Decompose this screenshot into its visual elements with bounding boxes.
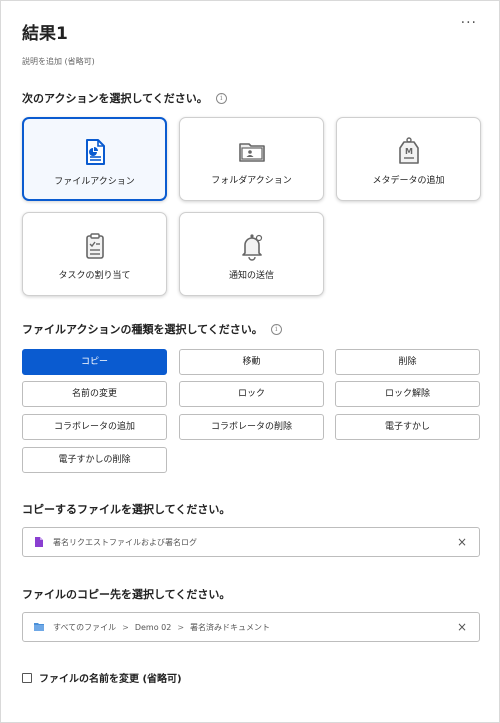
card-folder-action[interactable]: フォルダアクション	[179, 117, 324, 201]
card-label: タスクの割り当て	[58, 271, 131, 281]
option-copy[interactable]: コピー	[22, 349, 167, 375]
folder-icon	[34, 623, 44, 631]
info-icon[interactable]: i	[270, 323, 282, 335]
rename-label[interactable]: ファイルの名前を変更 (省略可)	[39, 670, 182, 685]
file-select-value: 署名リクエストファイルおよび署名ログ	[53, 537, 197, 547]
rename-checkbox[interactable]	[22, 672, 32, 683]
option-delete[interactable]: 削除	[335, 349, 480, 375]
file-select-field[interactable]: 署名リクエストファイルおよび署名ログ ×	[22, 527, 480, 557]
card-file-action[interactable]: ファイルアクション	[22, 117, 167, 201]
option-watermark[interactable]: 電子すかし	[335, 414, 480, 440]
card-label: メタデータの追加	[372, 176, 445, 186]
destination-label: ファイルのコピー先を選択してください。	[22, 588, 231, 601]
panel-title: 結果1	[22, 24, 68, 44]
breadcrumb-root[interactable]: すべてのファイル	[53, 622, 116, 633]
option-move[interactable]: 移動	[179, 349, 324, 375]
breadcrumb-current[interactable]: 署名済みドキュメント	[190, 622, 270, 633]
clear-icon[interactable]: ×	[457, 621, 467, 633]
option-remove-watermark[interactable]: 電子すかしの削除	[22, 447, 167, 473]
action-section-label: 次のアクションを選択してください。 i	[22, 90, 227, 106]
option-rename[interactable]: 名前の変更	[22, 381, 167, 407]
rename-option: ファイルの名前を変更 (省略可)	[22, 670, 182, 685]
option-lock[interactable]: ロック	[179, 381, 324, 407]
breadcrumb-separator: >	[122, 622, 129, 632]
type-section-label-text: ファイルアクションの種類を選択してください。	[22, 323, 263, 336]
folder-icon	[238, 143, 265, 162]
tag-icon: M	[398, 137, 419, 164]
card-add-metadata[interactable]: M メタデータの追加	[336, 117, 481, 201]
result-panel: 結果1 ··· 説明を追加 (省略可) 次のアクションを選択してください。 i …	[0, 0, 500, 723]
type-section-label: ファイルアクションの種類を選択してください。 i	[22, 321, 282, 337]
card-label: ファイルアクション	[54, 177, 135, 187]
option-add-collaborator[interactable]: コラボレータの追加	[22, 414, 167, 440]
card-label: 通知の送信	[228, 271, 274, 281]
action-section-label-text: 次のアクションを選択してください。	[22, 92, 208, 105]
option-unlock[interactable]: ロック解除	[335, 381, 480, 407]
card-send-notification[interactable]: 通知の送信	[179, 212, 324, 296]
destination-field[interactable]: すべてのファイル > Demo 02 > 署名済みドキュメント ×	[22, 612, 480, 642]
more-options-button[interactable]: ···	[461, 15, 477, 31]
bell-icon	[241, 234, 262, 261]
clipboard-icon	[85, 233, 104, 259]
card-assign-task[interactable]: タスクの割り当て	[22, 212, 167, 296]
option-remove-collaborator[interactable]: コラボレータの削除	[179, 414, 324, 440]
file-icon	[85, 139, 105, 165]
file-select-label: コピーするファイルを選択してください。	[22, 503, 231, 516]
description-field[interactable]: 説明を追加 (省略可)	[22, 56, 95, 67]
clear-icon[interactable]: ×	[457, 536, 467, 548]
card-label: フォルダアクション	[211, 176, 292, 186]
info-icon[interactable]: i	[215, 92, 227, 104]
svg-text:M: M	[405, 147, 413, 156]
breadcrumb-separator: >	[177, 622, 185, 632]
file-icon	[35, 537, 43, 547]
breadcrumb-folder[interactable]: Demo 02	[135, 623, 172, 632]
